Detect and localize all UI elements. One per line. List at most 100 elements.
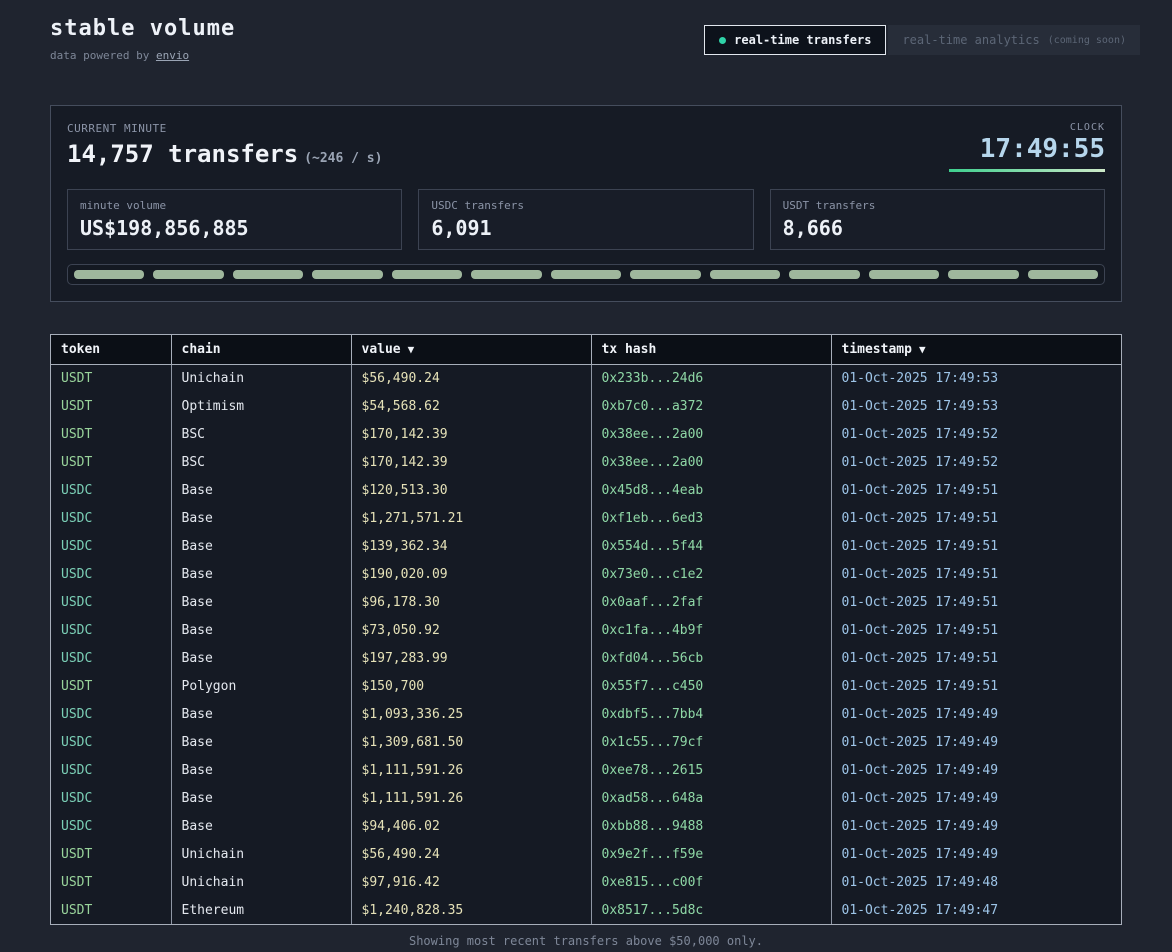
transfers-count: 14,757 transfers(~246 / s) — [67, 140, 382, 173]
cell-tx-hash: 0xb7c0...a372 — [591, 392, 831, 420]
cell-token: USDT — [51, 896, 171, 924]
cell-chain: Polygon — [171, 672, 351, 700]
cell-chain: Base — [171, 700, 351, 728]
cell-token: USDT — [51, 448, 171, 476]
envio-link[interactable]: envio — [156, 49, 189, 62]
card-label: minute volume — [80, 199, 389, 212]
column-header-tx-hash[interactable]: tx hash — [591, 335, 831, 364]
cell-timestamp: 01-Oct-2025 17:49:48 — [831, 868, 1121, 896]
transfers-table: token chain value▼ tx hash timestamp▼ US… — [51, 335, 1121, 924]
clock-time: 17:49:55 — [949, 135, 1105, 163]
cell-token: USDC — [51, 560, 171, 588]
table-row: USDCBase$1,309,681.500x1c55...79cf01-Oct… — [51, 728, 1121, 756]
cell-token: USDT — [51, 420, 171, 448]
cell-tx-hash: 0xe815...c00f — [591, 868, 831, 896]
cell-value: $150,700 — [351, 672, 591, 700]
column-header-value[interactable]: value▼ — [351, 335, 591, 364]
cell-token: USDC — [51, 756, 171, 784]
cell-tx-hash: 0x38ee...2a00 — [591, 448, 831, 476]
card-label: USDC transfers — [431, 199, 740, 212]
brand-block: stable volume data powered by envio — [50, 16, 235, 63]
powered-by-text: data powered by — [50, 49, 156, 62]
cell-timestamp: 01-Oct-2025 17:49:49 — [831, 812, 1121, 840]
table-row: USDCBase$1,111,591.260xad58...648a01-Oct… — [51, 784, 1121, 812]
cell-token: USDT — [51, 672, 171, 700]
cell-timestamp: 01-Oct-2025 17:49:49 — [831, 784, 1121, 812]
cell-timestamp: 01-Oct-2025 17:49:51 — [831, 588, 1121, 616]
powered-by: data powered by envio — [50, 49, 235, 63]
sort-desc-icon: ▼ — [919, 343, 926, 356]
cell-chain: Base — [171, 644, 351, 672]
cell-token: USDT — [51, 392, 171, 420]
cell-tx-hash: 0xfd04...56cb — [591, 644, 831, 672]
clock-block: CLOCK 17:49:55 — [949, 122, 1105, 173]
progress-segment — [74, 270, 144, 279]
progress-segment — [710, 270, 780, 279]
tab-real-time-transfers[interactable]: real-time transfers — [704, 25, 886, 55]
progress-segment — [789, 270, 859, 279]
cell-tx-hash: 0x0aaf...2faf — [591, 588, 831, 616]
cell-tx-hash: 0xdbf5...7bb4 — [591, 700, 831, 728]
cell-timestamp: 01-Oct-2025 17:49:49 — [831, 756, 1121, 784]
cell-tx-hash: 0x8517...5d8c — [591, 896, 831, 924]
tab-bar: real-time transfers real-time analytics … — [704, 25, 1140, 55]
transfer-rate: (~246 / s) — [304, 151, 382, 166]
cell-token: USDT — [51, 868, 171, 896]
cell-timestamp: 01-Oct-2025 17:49:53 — [831, 364, 1121, 392]
cell-tx-hash: 0x1c55...79cf — [591, 728, 831, 756]
cell-value: $120,513.30 — [351, 476, 591, 504]
cell-chain: Ethereum — [171, 896, 351, 924]
top-bar: stable volume data powered by envio real… — [0, 0, 1172, 63]
cell-value: $1,093,336.25 — [351, 700, 591, 728]
current-minute-label: CURRENT MINUTE — [67, 122, 382, 135]
cell-value: $96,178.30 — [351, 588, 591, 616]
cell-value: $190,020.09 — [351, 560, 591, 588]
table-header-row: token chain value▼ tx hash timestamp▼ — [51, 335, 1121, 364]
cell-token: USDC — [51, 504, 171, 532]
cell-chain: Base — [171, 588, 351, 616]
cell-value: $1,111,591.26 — [351, 784, 591, 812]
cell-token: USDC — [51, 812, 171, 840]
tab-label: real-time transfers — [734, 33, 871, 47]
cell-chain: BSC — [171, 448, 351, 476]
column-label: value — [362, 342, 401, 357]
cell-token: USDC — [51, 532, 171, 560]
stats-top-row: CURRENT MINUTE 14,757 transfers(~246 / s… — [67, 122, 1105, 173]
card-value: US$198,856,885 — [80, 216, 389, 240]
cell-timestamp: 01-Oct-2025 17:49:51 — [831, 476, 1121, 504]
cell-value: $1,240,828.35 — [351, 896, 591, 924]
cell-tx-hash: 0x38ee...2a00 — [591, 420, 831, 448]
cell-tx-hash: 0x9e2f...f59e — [591, 840, 831, 868]
cell-chain: Base — [171, 728, 351, 756]
cell-token: USDC — [51, 476, 171, 504]
cell-token: USDC — [51, 728, 171, 756]
progress-segment — [948, 270, 1018, 279]
cell-timestamp: 01-Oct-2025 17:49:52 — [831, 448, 1121, 476]
table-row: USDTUnichain$56,490.240x233b...24d601-Oc… — [51, 364, 1121, 392]
column-header-chain[interactable]: chain — [171, 335, 351, 364]
cell-value: $1,309,681.50 — [351, 728, 591, 756]
column-header-timestamp[interactable]: timestamp▼ — [831, 335, 1121, 364]
progress-segment — [471, 270, 541, 279]
cell-chain: Base — [171, 476, 351, 504]
cell-token: USDT — [51, 840, 171, 868]
clock-label: CLOCK — [949, 122, 1105, 133]
cell-timestamp: 01-Oct-2025 17:49:49 — [831, 700, 1121, 728]
progress-segment — [233, 270, 303, 279]
progress-segment — [869, 270, 939, 279]
clock-underline-bar — [949, 169, 1105, 172]
cell-chain: Base — [171, 532, 351, 560]
column-header-token[interactable]: token — [51, 335, 171, 364]
cell-value: $73,050.92 — [351, 616, 591, 644]
cell-token: USDT — [51, 364, 171, 392]
cell-tx-hash: 0x45d8...4eab — [591, 476, 831, 504]
transfers-table-panel: token chain value▼ tx hash timestamp▼ US… — [50, 334, 1122, 925]
cell-chain: Base — [171, 616, 351, 644]
cell-tx-hash: 0xbb88...9488 — [591, 812, 831, 840]
tab-real-time-analytics[interactable]: real-time analytics (coming soon) — [888, 25, 1140, 55]
cell-value: $94,406.02 — [351, 812, 591, 840]
progress-segment — [630, 270, 700, 279]
cell-token: USDC — [51, 588, 171, 616]
card-value: 6,091 — [431, 216, 740, 240]
cell-token: USDC — [51, 700, 171, 728]
